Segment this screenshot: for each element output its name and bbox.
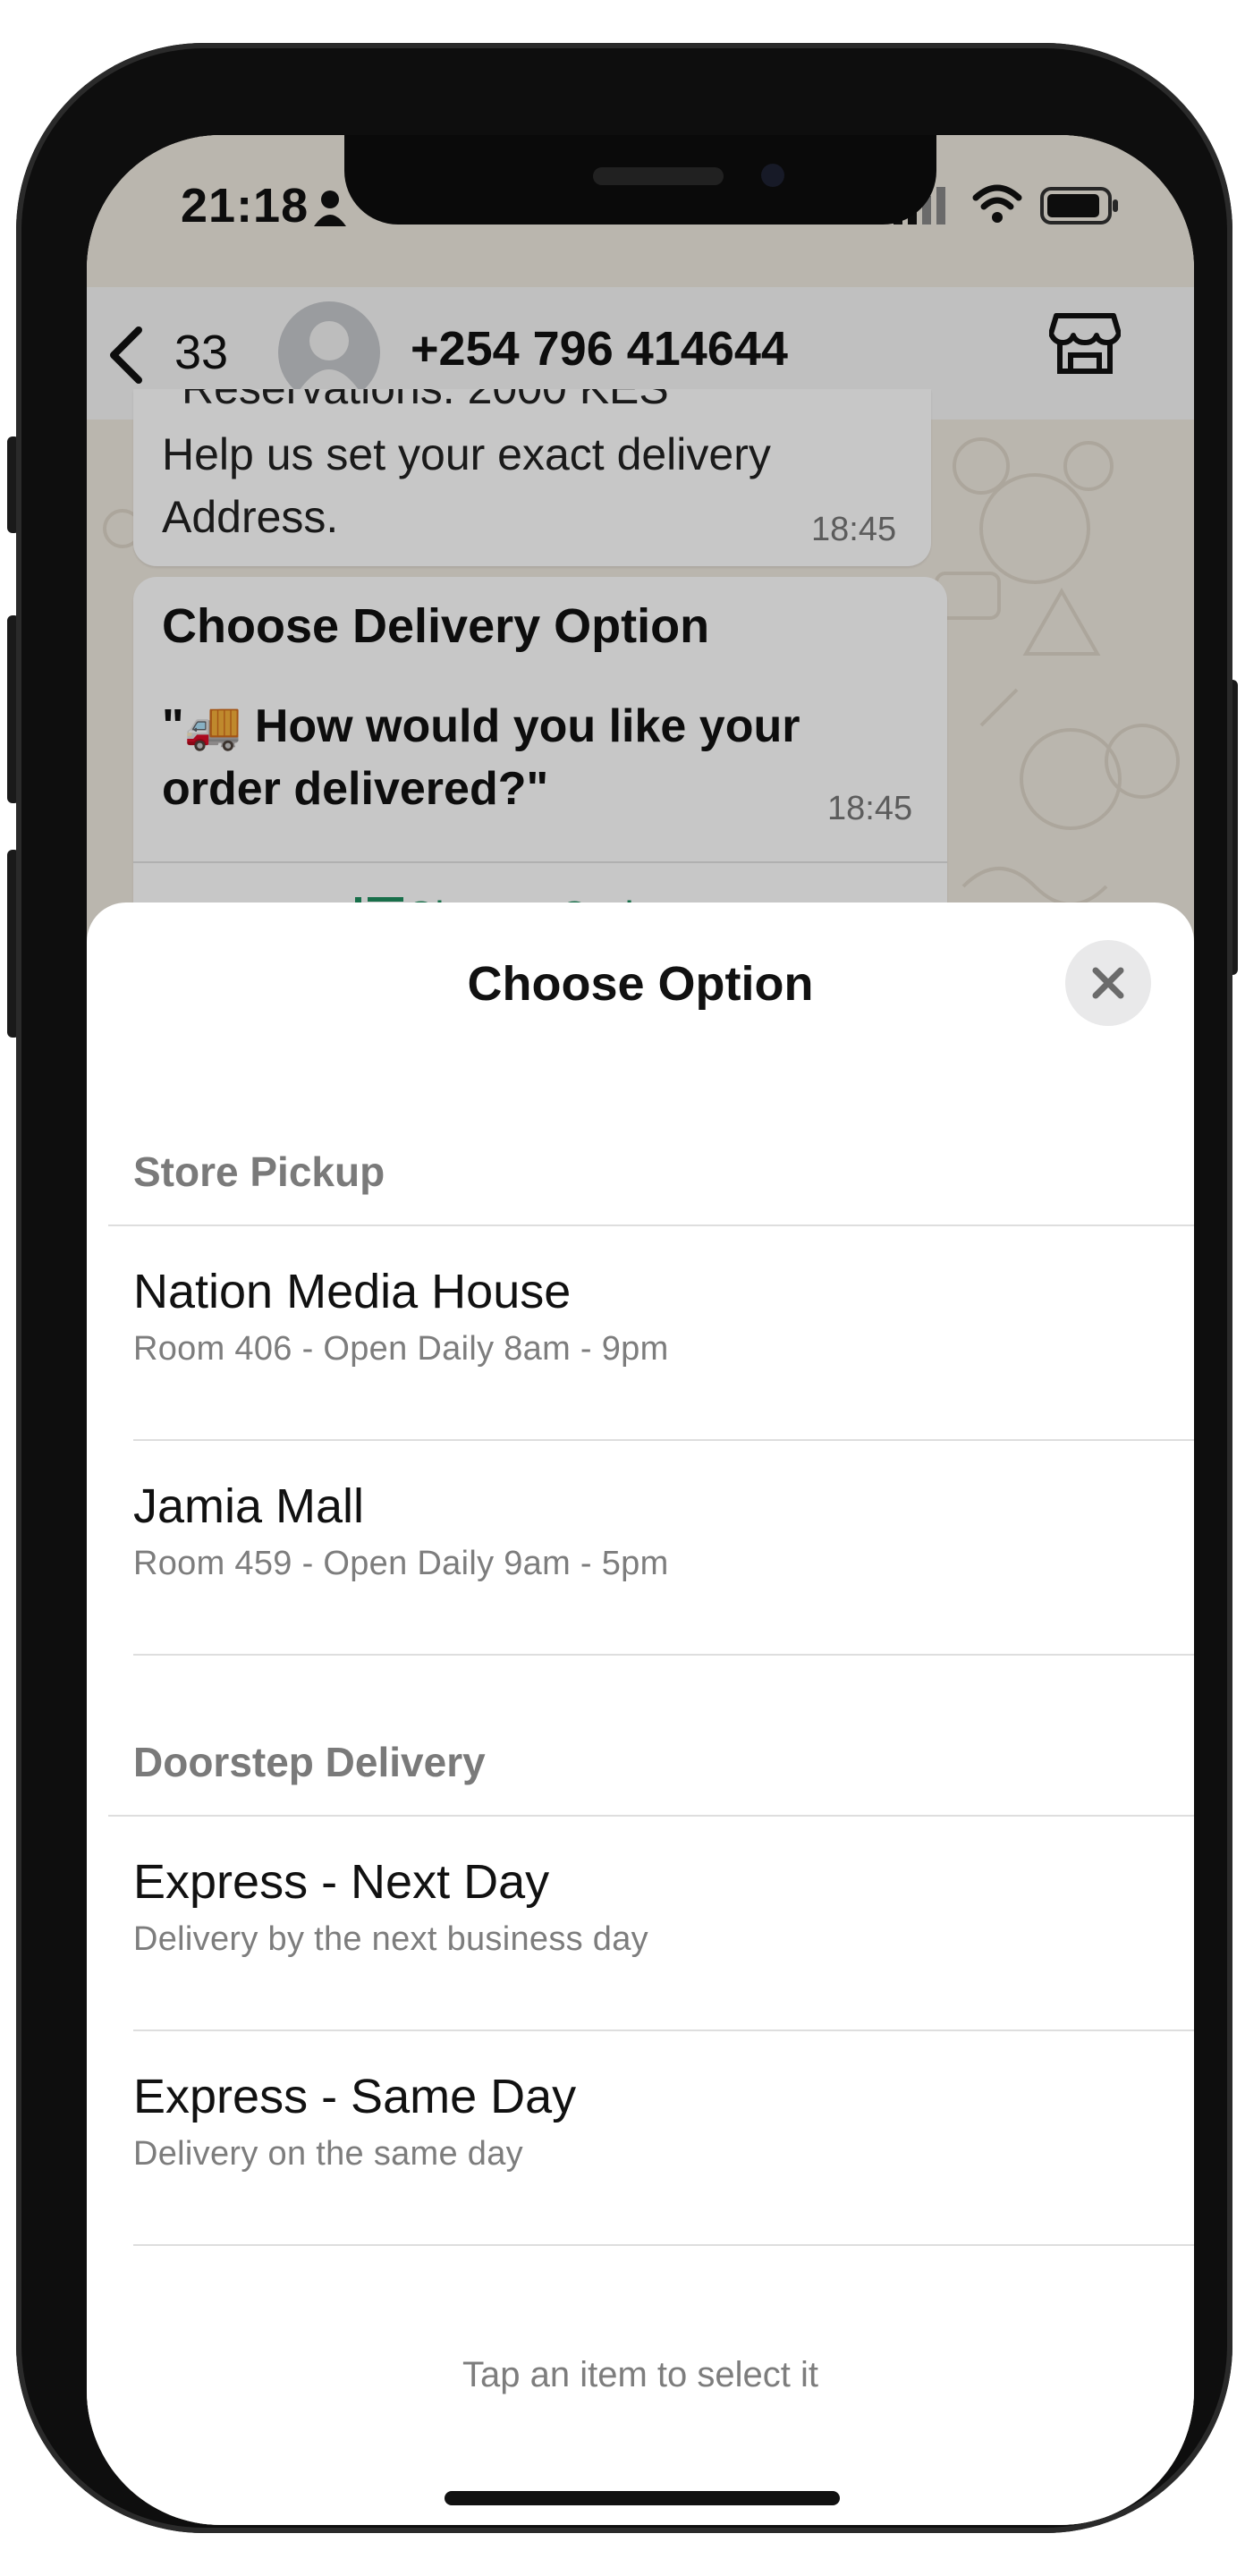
option-jamia-mall[interactable]: Jamia Mall Room 459 - Open Daily 9am - 5… [87, 1479, 1194, 1691]
screen: 21:18 33 +254 796 414644 Help us set you… [87, 135, 1194, 2525]
sheet-title: Choose Option [467, 957, 814, 1011]
option-name: Express - Same Day [133, 2070, 577, 2123]
divider [133, 1439, 1194, 1441]
close-button[interactable] [1065, 940, 1151, 1026]
option-name: Express - Next Day [133, 1855, 550, 1909]
divider [108, 1815, 1194, 1817]
options-sheet: Choose Option Store Pickup Nation Media … [87, 902, 1194, 2525]
section-header-store-pickup: Store Pickup [133, 1148, 385, 1195]
phone-frame: 21:18 33 +254 796 414644 Help us set you… [16, 43, 1232, 2533]
section-header-doorstep-delivery: Doorstep Delivery [133, 1739, 486, 1785]
option-detail: Delivery by the next business day [133, 1920, 648, 1958]
option-detail: Room 406 - Open Daily 8am - 9pm [133, 1330, 669, 1368]
sheet-footer-hint: Tap an item to select it [462, 2355, 818, 2394]
divider [133, 1654, 1194, 1656]
home-indicator[interactable] [445, 2491, 840, 2505]
option-detail: Room 459 - Open Daily 9am - 5pm [133, 1545, 669, 1582]
close-icon [1092, 967, 1124, 999]
option-express-next-day[interactable]: Express - Next Day Delivery by the next … [87, 1854, 1194, 2067]
divider [108, 1224, 1194, 1226]
divider [133, 2029, 1194, 2031]
option-name: Jamia Mall [133, 1479, 365, 1533]
option-nation-media-house[interactable]: Nation Media House Room 406 - Open Daily… [87, 1264, 1194, 1477]
option-express-same-day[interactable]: Express - Same Day Delivery on the same … [87, 2069, 1194, 2282]
option-detail: Delivery on the same day [133, 2135, 523, 2173]
option-name: Nation Media House [133, 1265, 572, 1318]
divider [133, 2244, 1194, 2246]
